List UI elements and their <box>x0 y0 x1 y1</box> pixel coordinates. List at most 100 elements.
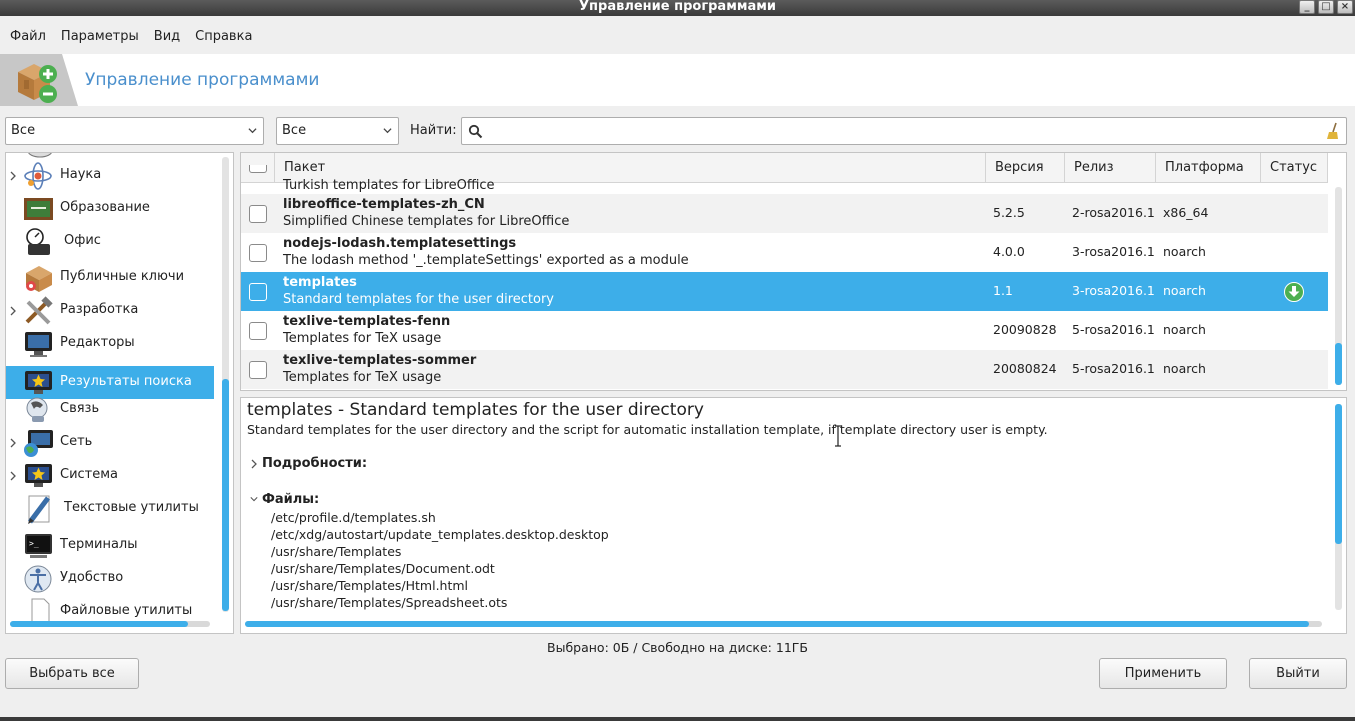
menu-file[interactable]: Файл <box>5 26 51 48</box>
table-row[interactable]: libreoffice-templates-zh_CN Simplified C… <box>241 194 1328 233</box>
science-icon <box>24 162 52 190</box>
sidebar-item-system[interactable]: Система <box>6 459 214 492</box>
clear-broom-icon[interactable] <box>1325 122 1341 140</box>
row-checkbox[interactable] <box>249 322 267 340</box>
sidebar-item-communication[interactable]: Связь <box>6 393 214 426</box>
network-icon <box>24 430 53 457</box>
package-platform: noarch <box>1163 361 1206 376</box>
close-button[interactable]: × <box>1337 0 1353 14</box>
category-sidebar: Наука Образование Офис Публичные ключи Р… <box>5 152 234 634</box>
state-filter-value: Все <box>282 123 307 138</box>
sidebar-item-label: Наука <box>60 167 102 182</box>
editors-icon <box>25 332 52 357</box>
table-row[interactable]: Turkish templates for LibreOffice <box>241 157 1328 193</box>
row-checkbox[interactable] <box>249 361 267 379</box>
package-release: 3-rosa2016.1 <box>1072 283 1155 298</box>
sidebar-item-label: Редакторы <box>60 335 135 350</box>
group-filter-select[interactable]: Все <box>5 117 264 145</box>
window-titlebar[interactable]: Управление программами _ □ × <box>0 0 1355 16</box>
package-manager-icon <box>18 64 57 103</box>
window-title: Управление программами <box>579 0 776 14</box>
menu-settings[interactable]: Параметры <box>56 26 144 48</box>
sidebar-item-editors[interactable]: Редакторы <box>6 327 214 360</box>
sidebar-item-label: Результаты поиска <box>60 374 192 389</box>
menu-help[interactable]: Справка <box>190 26 257 48</box>
sidebar-item-development[interactable]: Разработка <box>6 294 214 327</box>
details-vertical-scroll-thumb[interactable] <box>1335 404 1342 544</box>
package-name: nodejs-lodash.templatesettings <box>283 236 517 251</box>
sidebar-item-education[interactable]: Образование <box>6 192 214 225</box>
sidebar-item-science[interactable]: Наука <box>6 159 214 192</box>
text-tools-icon <box>28 495 50 524</box>
banner: Управление программами <box>0 54 1355 106</box>
sidebar-item-label: Публичные ключи <box>60 269 185 284</box>
file-path: /usr/share/Templates/Document.odt <box>271 561 495 576</box>
row-checkbox[interactable] <box>249 205 267 223</box>
keys-icon <box>26 266 52 292</box>
chevron-right-icon[interactable] <box>9 471 17 481</box>
banner-title: Управление программами <box>85 70 320 90</box>
chevron-right-icon[interactable] <box>9 171 17 181</box>
table-row[interactable]: texlive-templates-sommer Templates for T… <box>241 350 1328 389</box>
sidebar-item-public-keys[interactable]: Публичные ключи <box>6 261 214 294</box>
chevron-down-icon[interactable] <box>250 494 258 504</box>
row-checkbox[interactable] <box>249 165 267 173</box>
office-icon <box>26 228 50 255</box>
package-table: Пакет Версия Релиз Платформа Статус Turk… <box>240 152 1347 391</box>
chevron-right-icon[interactable] <box>9 306 17 316</box>
table-row-selected[interactable]: templates Standard templates for the use… <box>241 272 1328 311</box>
table-row[interactable]: texlive-templates-fenn Templates for TeX… <box>241 311 1328 350</box>
package-release: 3-rosa2016.1 <box>1072 244 1155 259</box>
details-horizontal-scroll-thumb[interactable] <box>245 621 1309 627</box>
row-checkbox[interactable] <box>249 283 267 301</box>
search-input[interactable] <box>488 120 1318 142</box>
sidebar-item-text-tools[interactable]: Текстовые утилиты <box>6 492 214 525</box>
table-row[interactable]: nodejs-lodash.templatesettings The lodas… <box>241 233 1328 272</box>
minimize-button[interactable]: _ <box>1299 0 1315 14</box>
package-platform: noarch <box>1163 244 1206 259</box>
table-vertical-scroll-thumb[interactable] <box>1335 343 1342 385</box>
files-section-toggle[interactable]: Файлы: <box>262 492 319 507</box>
package-details-panel: templates - Standard templates for the u… <box>240 397 1347 634</box>
sidebar-item-label: Связь <box>60 401 100 416</box>
sidebar-horizontal-scroll-thumb[interactable] <box>10 621 188 627</box>
communication-icon <box>26 397 48 422</box>
apply-button[interactable]: Применить <box>1099 658 1227 689</box>
details-section-toggle[interactable]: Подробности: <box>262 456 367 471</box>
package-release: 2-rosa2016.1 <box>1072 205 1155 220</box>
sidebar-item-label: Удобство <box>60 570 124 585</box>
package-description: Templates for TeX usage <box>283 370 442 385</box>
package-platform: x86_64 <box>1163 205 1209 220</box>
install-icon[interactable] <box>1284 282 1304 302</box>
sidebar-item-label: Терминалы <box>60 537 138 552</box>
menu-view[interactable]: Вид <box>149 26 185 48</box>
education-icon <box>24 198 53 220</box>
package-platform: noarch <box>1163 322 1206 337</box>
sidebar-vertical-scroll-thumb[interactable] <box>222 379 229 611</box>
package-description: Templates for TeX usage <box>283 331 442 346</box>
package-version: 20090828 <box>993 322 1057 337</box>
chevron-right-icon[interactable] <box>250 459 258 469</box>
sidebar-item-network[interactable]: Сеть <box>6 426 214 459</box>
package-description: Standard templates for the user director… <box>283 292 554 307</box>
terminal-icon: >_ <box>25 534 52 558</box>
package-platform: noarch <box>1163 283 1206 298</box>
text-cursor-icon <box>835 425 841 447</box>
sidebar-item-label: Образование <box>60 200 150 215</box>
select-all-button[interactable]: Выбрать все <box>5 658 139 689</box>
sidebar-item-terminals[interactable]: >_ Терминалы <box>6 529 214 562</box>
svg-text:>_: >_ <box>29 539 39 548</box>
partial-category-icon <box>28 153 52 158</box>
sidebar-item-office[interactable]: Офис <box>6 225 214 258</box>
package-version: 4.0.0 <box>993 244 1025 259</box>
chevron-right-icon[interactable] <box>9 438 17 448</box>
state-filter-select[interactable]: Все <box>276 117 399 145</box>
package-version: 20080824 <box>993 361 1057 376</box>
sidebar-item-accessibility[interactable]: Удобство <box>6 562 214 595</box>
package-description: Turkish templates for LibreOffice <box>283 178 495 193</box>
maximize-button[interactable]: □ <box>1318 0 1334 14</box>
package-name: texlive-templates-fenn <box>283 314 451 329</box>
row-checkbox[interactable] <box>249 244 267 262</box>
chevron-down-icon <box>248 128 257 134</box>
quit-button[interactable]: Выйти <box>1249 658 1347 689</box>
